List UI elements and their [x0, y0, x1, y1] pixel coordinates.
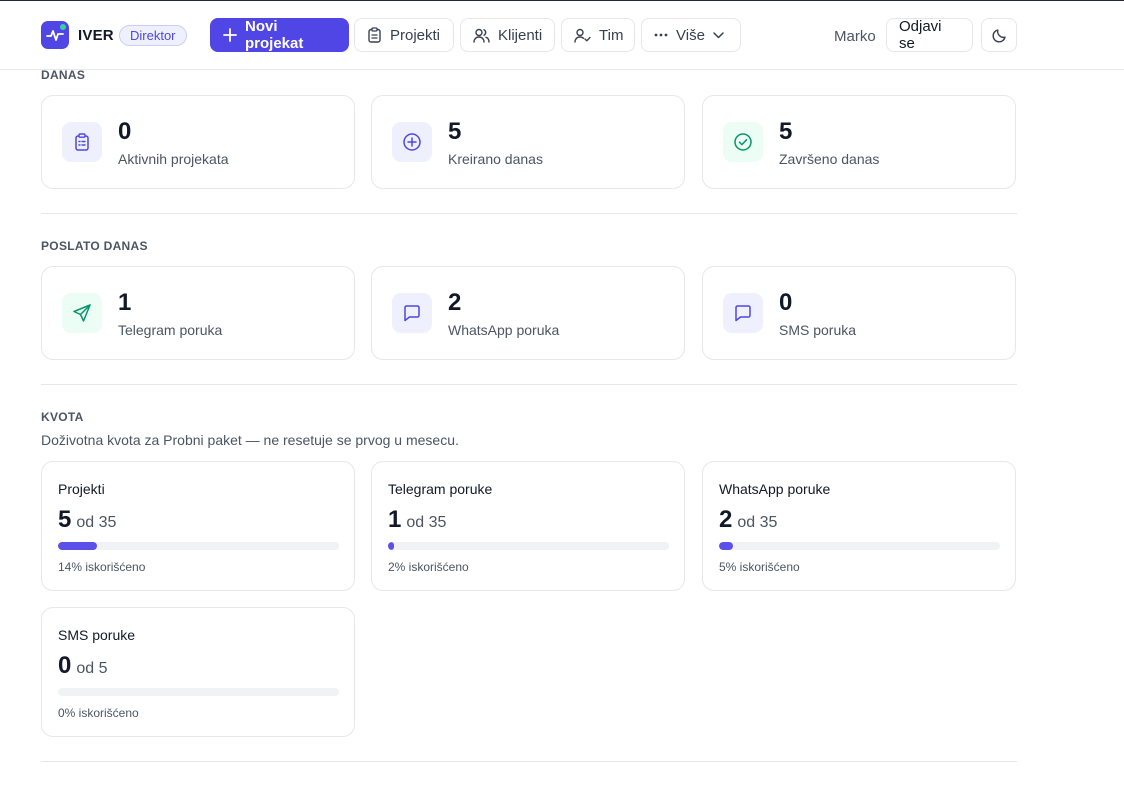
new-project-label: Novi projekat — [245, 18, 304, 52]
section-divider — [41, 384, 1017, 385]
quota-limit: od 5 — [76, 660, 108, 677]
role-badge: Direktor — [119, 25, 187, 46]
stat-card-whatsapp-sent: 2 WhatsApp poruka — [371, 266, 685, 360]
app-logo-icon[interactable] — [41, 21, 69, 49]
stat-value: 2 — [448, 289, 462, 316]
section-divider — [41, 761, 1017, 762]
quota-title: WhatsApp poruke — [719, 481, 831, 497]
stat-label: Kreirano danas — [448, 151, 543, 167]
quota-progress-fill — [58, 542, 98, 550]
stat-value: 0 — [779, 289, 793, 316]
logout-label: Odjavi se — [899, 18, 942, 52]
quota-used: 1 — [388, 506, 402, 533]
quota-percent-label: 14% iskorišćeno — [58, 560, 146, 574]
nav-projects-label: Projekti — [390, 26, 441, 44]
stat-label: Aktivnih projekata — [118, 151, 229, 167]
quota-progress-bar — [58, 688, 339, 696]
stat-value: 1 — [118, 289, 132, 316]
stat-label: WhatsApp poruka — [448, 322, 560, 338]
stat-card-completed-today: 5 Završeno danas — [702, 95, 1016, 189]
chevron-down-icon — [713, 31, 724, 38]
quota-count: 0 od 5 — [58, 652, 108, 680]
nav-team-label: Tim — [599, 26, 624, 44]
quota-limit: od 35 — [76, 514, 117, 531]
stat-value: 5 — [779, 118, 793, 145]
logout-button[interactable]: Odjavi se — [886, 18, 973, 52]
message-icon — [723, 293, 763, 333]
quota-progress-fill — [388, 542, 394, 550]
stat-label: Završeno danas — [779, 151, 880, 167]
quota-title: Telegram poruke — [388, 481, 493, 497]
quota-progress-bar — [58, 542, 339, 550]
user-check-icon — [574, 28, 591, 43]
clipboard-icon — [62, 122, 102, 162]
stat-label: Telegram poruka — [118, 322, 223, 338]
nav-team-button[interactable]: Tim — [561, 18, 635, 52]
section-title-today: DANAS — [41, 68, 86, 82]
quota-title: Projekti — [58, 481, 105, 497]
clipboard-icon — [368, 27, 381, 43]
quota-used: 5 — [58, 506, 72, 533]
quota-count: 1 od 35 — [388, 506, 446, 534]
quota-progress-bar — [388, 542, 669, 550]
ellipsis-icon — [654, 33, 668, 37]
section-title-quota: KVOTA — [41, 410, 84, 424]
quota-card-sms: SMS poruke 0 od 5 0% iskorišćeno — [41, 607, 355, 737]
quota-count: 2 od 35 — [719, 506, 777, 534]
quota-count: 5 od 35 — [58, 506, 116, 534]
quota-card-telegram: Telegram poruke 1 od 35 2% iskorišćeno — [371, 461, 685, 591]
quota-card-projects: Projekti 5 od 35 14% iskorišćeno — [41, 461, 355, 591]
quota-percent-label: 5% iskorišćeno — [719, 560, 800, 574]
stat-card-created-today: 5 Kreirano danas — [371, 95, 685, 189]
quota-percent-label: 0% iskorišćeno — [58, 706, 139, 720]
plus-circle-icon — [392, 122, 432, 162]
section-title-sent-today: POSLATO DANAS — [41, 239, 148, 253]
user-name: Marko — [834, 28, 876, 45]
section-divider — [41, 213, 1017, 214]
stat-card-active-projects: 0 Aktivnih projekata — [41, 95, 355, 189]
quota-used: 2 — [719, 506, 733, 533]
nav-more-dropdown[interactable]: Više — [641, 18, 741, 52]
brand-name[interactable]: IVER — [78, 27, 114, 44]
quota-card-whatsapp: WhatsApp poruke 2 od 35 5% iskorišćeno — [702, 461, 1016, 591]
nav-projects-button[interactable]: Projekti — [354, 18, 454, 52]
nav-clients-button[interactable]: Klijenti — [460, 18, 555, 52]
quota-used: 0 — [58, 652, 72, 679]
quota-progress-bar — [719, 542, 1000, 550]
quota-title: SMS poruke — [58, 627, 136, 643]
stat-card-telegram-sent: 1 Telegram poruka — [41, 266, 355, 360]
nav-more-label: Više — [676, 26, 705, 44]
stat-value: 0 — [118, 118, 132, 145]
send-icon — [62, 293, 102, 333]
message-icon — [392, 293, 432, 333]
top-navigation-bar: IVER Direktor Novi projekat Projekti Kli… — [0, 1, 1124, 70]
check-circle-icon — [723, 122, 763, 162]
new-project-button[interactable]: Novi projekat — [210, 18, 349, 52]
quota-description: Doživotna kvota za Probni paket — ne res… — [41, 432, 459, 448]
nav-clients-label: Klijenti — [498, 26, 543, 44]
quota-percent-label: 2% iskorišćeno — [388, 560, 469, 574]
users-icon — [473, 28, 490, 43]
plus-icon — [223, 28, 237, 42]
quota-progress-fill — [719, 542, 734, 550]
moon-icon — [991, 28, 1006, 43]
stat-value: 5 — [448, 118, 462, 145]
stat-card-sms-sent: 0 SMS poruka — [702, 266, 1016, 360]
quota-limit: od 35 — [737, 514, 778, 531]
stat-label: SMS poruka — [779, 322, 857, 338]
theme-toggle-button[interactable] — [981, 18, 1017, 52]
quota-limit: od 35 — [406, 514, 447, 531]
